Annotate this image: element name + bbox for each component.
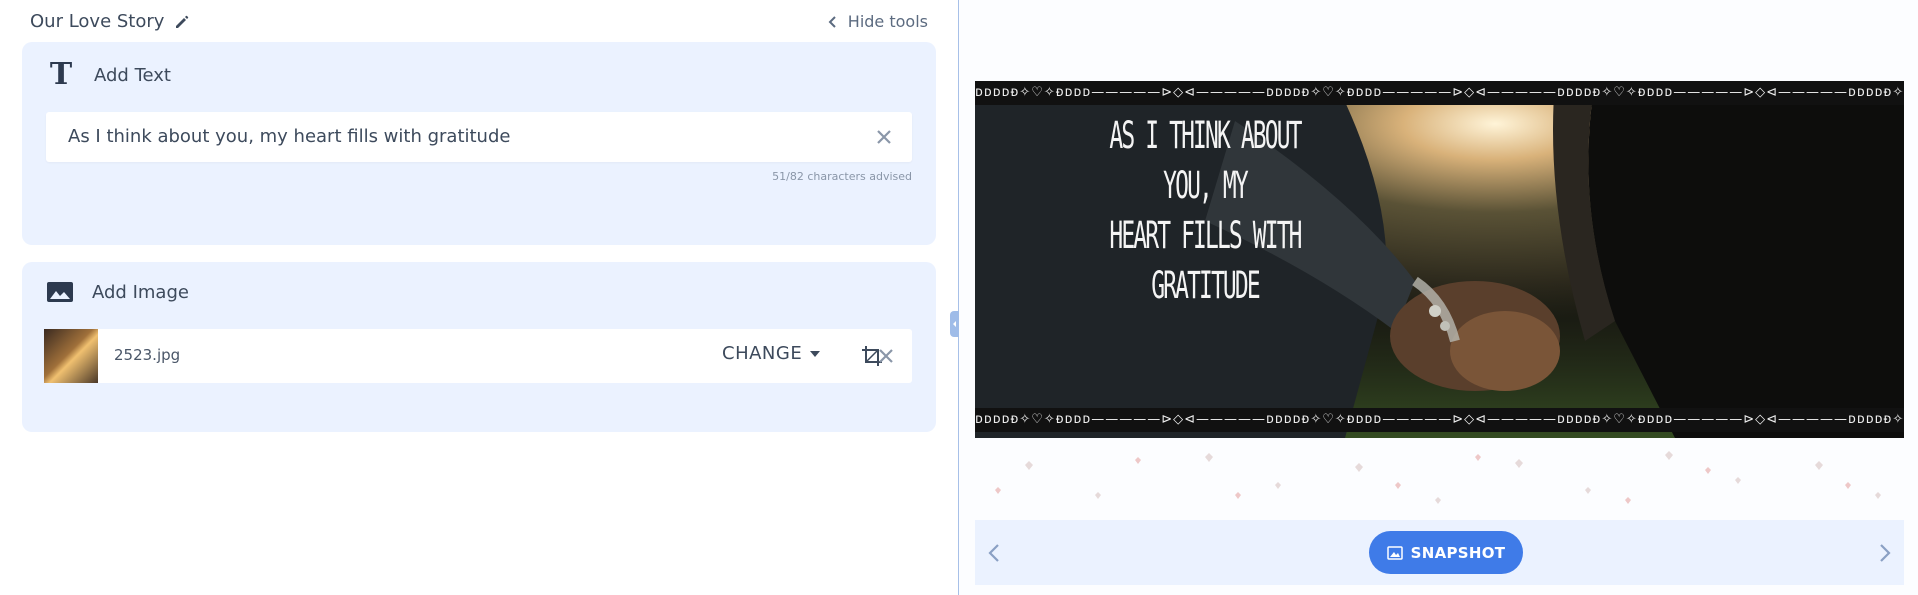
- editor-topbar: Our Love Story Hide tools: [0, 0, 958, 44]
- overlay-line-1: As I think about you, my: [1109, 114, 1302, 207]
- caret-down-icon: [810, 350, 821, 357]
- clear-text-icon[interactable]: [874, 127, 894, 147]
- add-image-heading: Add Image: [92, 281, 189, 303]
- hearts-background: [995, 451, 1881, 504]
- preview-overlay-text: As I think about you, my heart fills wit…: [1100, 111, 1311, 311]
- preview-nav-bar: SNAPSHOT: [975, 520, 1904, 585]
- story-title[interactable]: Our Love Story: [30, 11, 190, 32]
- snapshot-button[interactable]: SNAPSHOT: [1369, 531, 1523, 574]
- change-label: CHANGE: [722, 343, 803, 364]
- editor-panel: Our Love Story Hide tools T Add Text As …: [0, 0, 958, 595]
- preview-panel: ᴅᴅᴅᴅᴆ✧♡✧ᴆᴅᴅᴅ—————⊳◇⊲—————ᴅᴅᴅᴅᴆ✧♡✧ᴆᴅᴅᴅ———…: [959, 0, 1918, 595]
- image-file-row: 2523.jpg CHANGE: [44, 329, 912, 383]
- image-icon: [47, 282, 73, 302]
- char-count: 51/82 characters advised: [772, 170, 912, 183]
- remove-image-icon[interactable]: [876, 346, 896, 366]
- overlay-line-2: heart fills with gratitude: [1109, 214, 1302, 307]
- image-thumbnail[interactable]: [44, 329, 98, 383]
- add-image-card: Add Image 2523.jpg CHANGE: [22, 262, 936, 432]
- story-title-text: Our Love Story: [30, 11, 165, 32]
- hide-tools-button[interactable]: Hide tools: [828, 12, 928, 31]
- snapshot-label: SNAPSHOT: [1410, 543, 1506, 562]
- snapshot-icon: [1386, 545, 1403, 560]
- hide-tools-label: Hide tools: [847, 12, 928, 31]
- text-input[interactable]: As I think about you, my heart fills wit…: [68, 126, 510, 147]
- decorative-border-top: ᴅᴅᴅᴅᴆ✧♡✧ᴆᴅᴅᴅ—————⊳◇⊲—————ᴅᴅᴅᴅᴆ✧♡✧ᴆᴅᴅᴅ———…: [975, 81, 1904, 105]
- add-text-card: T Add Text As I think about you, my hear…: [22, 42, 936, 245]
- change-image-button[interactable]: CHANGE: [722, 343, 821, 364]
- text-icon: T: [49, 57, 73, 92]
- next-arrow-icon[interactable]: [1878, 542, 1892, 564]
- pencil-icon[interactable]: [174, 14, 190, 30]
- text-input-row[interactable]: As I think about you, my heart fills wit…: [46, 112, 912, 162]
- previous-arrow-icon[interactable]: [987, 542, 1001, 564]
- card-preview: ᴅᴅᴅᴅᴆ✧♡✧ᴆᴅᴅᴅ—————⊳◇⊲—————ᴅᴅᴅᴅᴆ✧♡✧ᴆᴅᴅᴅ———…: [975, 81, 1904, 438]
- image-file-name: 2523.jpg: [114, 346, 181, 364]
- add-text-heading: Add Text: [94, 64, 171, 86]
- add-image-header: Add Image: [46, 280, 189, 304]
- chevron-left-icon: [828, 15, 836, 28]
- add-text-header: T Add Text: [46, 60, 171, 90]
- decorative-border-bottom: ᴅᴅᴅᴅᴆ✧♡✧ᴆᴅᴅᴅ—————⊳◇⊲—————ᴅᴅᴅᴅᴆ✧♡✧ᴆᴅᴅᴅ———…: [975, 408, 1904, 432]
